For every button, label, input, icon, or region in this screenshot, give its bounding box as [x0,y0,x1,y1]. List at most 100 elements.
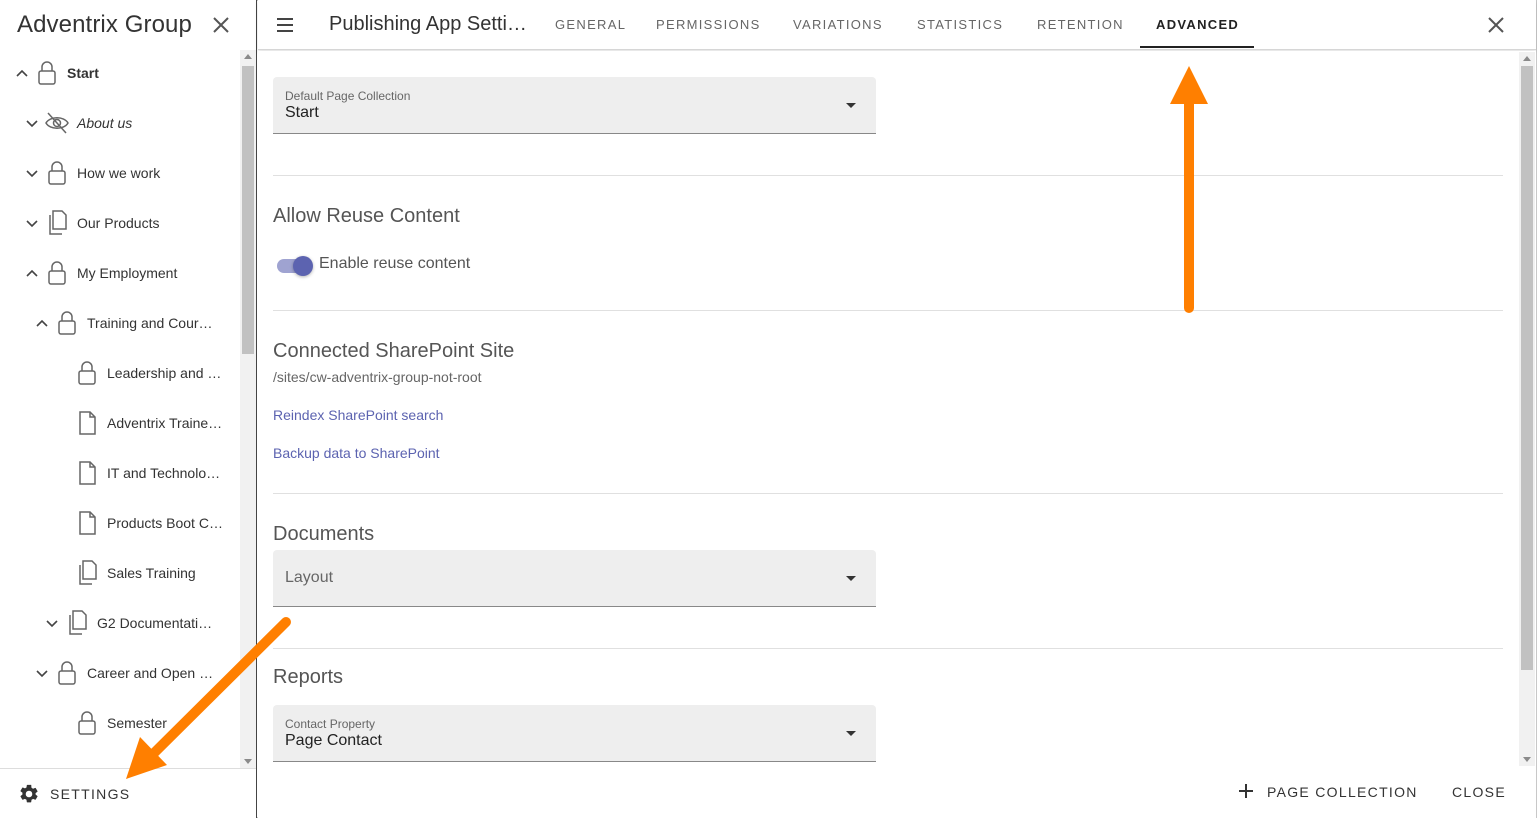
tree-item[interactable]: Start [0,48,240,98]
chevron-up-icon[interactable] [35,316,49,330]
tree-item[interactable]: G2 Documentati… [0,598,240,648]
tab-retention[interactable]: RETENTION [1037,17,1124,32]
page-icon [79,411,96,435]
pages-icon [79,560,97,585]
divider [273,310,1503,311]
tree-item[interactable]: Our Products [0,198,240,248]
lock-icon [58,661,76,685]
reuse-content-toggle[interactable] [275,254,315,276]
tree-item-label: How we work [77,165,161,181]
tree-item[interactable]: Sales Training [0,548,240,598]
settings-button[interactable]: SETTINGS [0,768,256,818]
tree-item-label: Adventrix Traine… [107,415,223,431]
close-icon[interactable] [1484,13,1508,37]
tree-item[interactable]: My Employment [0,248,240,298]
tree-item-label: Leadership and … [107,365,222,381]
tree-item-label: Start [67,65,99,81]
tree-item-label: Products Boot C… [107,515,223,531]
dialog-toolbar: Publishing App Setti… GENERAL PERMISSION… [258,0,1536,50]
chevron-down-icon[interactable] [35,666,49,680]
close-icon[interactable] [208,12,234,38]
chevron-down-icon[interactable] [25,216,39,230]
chevron-down-icon[interactable] [25,166,39,180]
tree-item[interactable]: Semester [0,698,240,748]
lock-icon [48,161,66,185]
pages-icon [69,610,87,635]
tree-item[interactable]: How we work [0,148,240,198]
scrollbar-thumb[interactable] [242,66,254,354]
page-icon [79,511,96,535]
tree-item[interactable]: About us [0,98,240,148]
toggle-knob [293,256,313,276]
field-label: Contact Property [285,717,376,731]
sidebar: Adventrix Group Start About us How we work… [0,0,257,818]
page-icon [79,461,96,485]
settings-dialog: Publishing App Setti… GENERAL PERMISSION… [258,0,1536,818]
tree-item[interactable]: Leadership and … [0,348,240,398]
section-title-reports: Reports [273,666,344,688]
sidebar-scrollbar[interactable] [240,50,256,768]
chevron-up-icon[interactable] [15,66,29,80]
active-tab-indicator [1140,46,1254,48]
reuse-content-label: Enable reuse content [319,255,471,272]
lock-icon [38,61,56,85]
tree-item[interactable]: Adventrix Traine… [0,398,240,448]
section-title-documents: Documents [273,523,375,545]
dialog-title: Publishing App Setti… [329,13,527,35]
plus-icon[interactable] [1238,783,1254,799]
tree-item-label: Semester [107,715,167,731]
tab-general[interactable]: GENERAL [555,17,626,32]
lock-icon [48,261,66,285]
add-page-collection-button[interactable]: PAGE COLLECTION [1267,784,1418,800]
scroll-down-arrow-icon[interactable] [244,759,252,764]
documents-layout-select[interactable]: Layout [273,550,876,607]
tree-item[interactable]: Career and Open … [0,648,240,698]
chevron-down-icon[interactable] [25,116,39,130]
tree-item[interactable]: Training and Cour… [0,298,240,348]
tree-item-label: Career and Open … [87,665,214,681]
tree-item[interactable]: Products Boot C… [0,498,240,548]
lock-icon [78,361,96,385]
dialog-footer: PAGE COLLECTION CLOSE [258,766,1536,818]
backup-sharepoint-link[interactable]: Backup data to SharePoint [273,445,440,461]
chevron-down-icon[interactable] [45,616,59,630]
divider [273,175,1503,176]
layout-placeholder: Layout [285,569,334,586]
dropdown-arrow-icon [846,731,856,736]
scroll-up-arrow-icon[interactable] [244,54,252,59]
lock-icon [78,711,96,735]
hamburger-menu-icon[interactable] [274,14,296,36]
scrollbar-thumb[interactable] [1521,66,1533,670]
scroll-down-arrow-icon[interactable] [1523,757,1531,762]
sharepoint-site-path: /sites/cw-adventrix-group-not-root [273,369,482,385]
tree-item-label: Sales Training [107,565,196,581]
reindex-sharepoint-link[interactable]: Reindex SharePoint search [273,407,443,423]
default-page-collection-select[interactable]: Default Page Collection Start [273,77,876,134]
dropdown-arrow-icon [846,576,856,581]
tab-advanced[interactable]: ADVANCED [1156,17,1239,32]
dialog-content: Default Page Collection Start Allow Reus… [258,51,1536,765]
tab-permissions[interactable]: PERMISSIONS [656,17,761,32]
content-scrollbar[interactable] [1519,52,1535,766]
contact-property-select[interactable]: Contact Property Page Contact [273,705,876,762]
settings-label: SETTINGS [50,786,131,802]
tab-variations[interactable]: VARIATIONS [793,17,883,32]
sidebar-title: Adventrix Group [17,11,192,38]
pages-icon [49,210,67,235]
lock-icon [58,311,76,335]
tree-item-label: Our Products [77,215,160,231]
scroll-up-arrow-icon[interactable] [1523,56,1531,61]
tree-item-label: IT and Technolo… [107,465,221,481]
divider [273,648,1503,649]
eye-off-icon [45,112,69,134]
tree-item[interactable]: IT and Technolo… [0,448,240,498]
sidebar-header: Adventrix Group [0,0,256,50]
chevron-up-icon[interactable] [25,266,39,280]
tree-item-label: Training and Cour… [87,315,213,331]
tree-item-label: About us [77,115,133,131]
gear-icon [20,784,38,803]
tab-statistics[interactable]: STATISTICS [917,17,1003,32]
field-label: Default Page Collection [285,89,411,103]
close-button[interactable]: CLOSE [1452,784,1506,800]
tree-item-label: G2 Documentati… [97,615,213,631]
